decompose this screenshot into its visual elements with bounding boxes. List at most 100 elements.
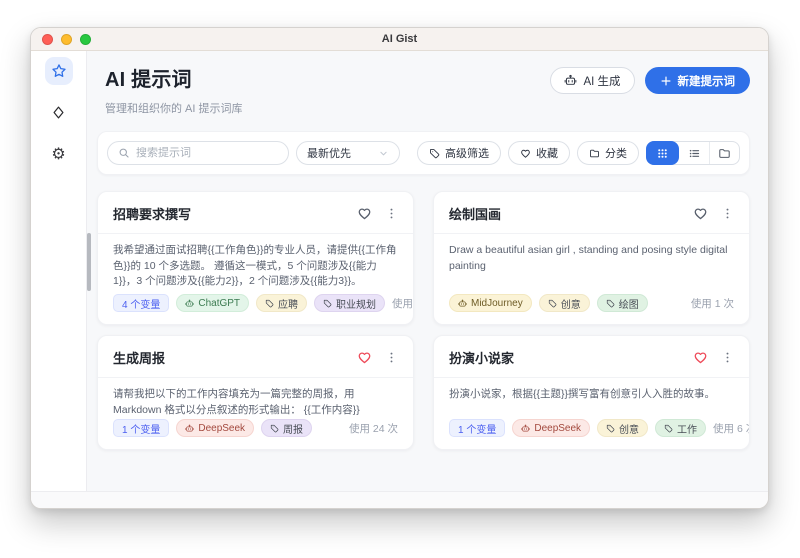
badge-label: 绘图 xyxy=(619,296,639,311)
more-menu-icon[interactable] xyxy=(385,351,398,364)
robot-icon xyxy=(521,424,530,433)
tag-icon xyxy=(548,299,557,308)
more-menu-icon[interactable] xyxy=(385,207,398,220)
tag-badge: 应聘 xyxy=(256,294,307,312)
badge-label: 创意 xyxy=(561,296,581,311)
prompt-card-title: 生成周报 xyxy=(113,348,165,367)
tag-badge: 创意 xyxy=(597,419,648,437)
categories-button[interactable]: 分类 xyxy=(577,141,639,165)
variable-count-badge: 1 个变量 xyxy=(449,419,505,437)
view-list-button[interactable] xyxy=(679,142,709,164)
prompt-card-content: 我希望通过面试招聘{{工作角色}}的专业人员，请提供{{工作角色}}的 10 个… xyxy=(98,234,413,290)
search-icon xyxy=(118,147,130,159)
view-switcher xyxy=(646,141,740,165)
usage-count: 使用 8 次 xyxy=(392,296,414,311)
folder-view-icon xyxy=(718,147,731,160)
sidebar-item-favorites[interactable] xyxy=(45,57,73,85)
variable-count-badge: 1 个变量 xyxy=(113,419,169,437)
grid-view-icon xyxy=(656,147,669,160)
titlebar: AI Gist xyxy=(31,28,768,51)
tag-badge: 工作 xyxy=(655,419,706,437)
search-box[interactable] xyxy=(107,141,289,165)
minimize-button[interactable] xyxy=(61,34,72,45)
view-grid-button[interactable] xyxy=(646,141,679,165)
sidebar-item-prompts[interactable] xyxy=(45,98,73,126)
favorite-heart-icon[interactable] xyxy=(693,206,708,221)
more-menu-icon[interactable] xyxy=(721,351,734,364)
window-bottom-bar xyxy=(31,491,768,508)
close-button[interactable] xyxy=(42,34,53,45)
advanced-filter-label: 高级筛选 xyxy=(445,145,489,161)
window-title: AI Gist xyxy=(31,33,768,45)
tag-badge: 创意 xyxy=(539,294,590,312)
tag-icon xyxy=(270,424,279,433)
prompt-card-title: 招聘要求撰写 xyxy=(113,204,191,223)
badge-label: 创意 xyxy=(619,421,639,436)
prompt-card-content: 扮演小说家，根据{{主题}}撰写富有创意引人入胜的故事。 xyxy=(434,378,749,403)
robot-icon xyxy=(564,74,577,87)
model-badge: DeepSeek xyxy=(512,419,590,437)
robot-icon xyxy=(458,299,467,308)
prompt-card-title: 绘制国画 xyxy=(449,204,501,223)
variable-count-badge: 4 个变量 xyxy=(113,294,169,312)
zoom-button[interactable] xyxy=(80,34,91,45)
tag-icon xyxy=(429,148,440,159)
gear-icon: ⚙ xyxy=(51,144,65,163)
chevron-down-icon xyxy=(378,148,389,159)
scrollbar-thumb[interactable] xyxy=(87,233,91,291)
folder-icon xyxy=(589,148,600,159)
prompt-card[interactable]: 绘制国画 Draw a beautiful asian girl , stand… xyxy=(433,191,750,325)
tag-badge: 绘图 xyxy=(597,294,648,312)
page-header: AI 提示词 管理和组织你的 AI 提示词库 AI 生成 新建提示词 xyxy=(97,63,750,116)
usage-count: 使用 6 次 xyxy=(713,421,750,436)
tag-icon xyxy=(606,299,615,308)
model-badge: DeepSeek xyxy=(176,419,254,437)
badge-label: ChatGPT xyxy=(198,298,240,309)
favorite-heart-icon[interactable] xyxy=(357,206,372,221)
new-prompt-label: 新建提示词 xyxy=(678,73,736,89)
ai-generate-label: AI 生成 xyxy=(583,73,620,89)
badge-label: 工作 xyxy=(677,421,697,436)
tag-icon xyxy=(664,424,673,433)
favorite-heart-icon[interactable] xyxy=(357,350,372,365)
sidebar: ⚙ xyxy=(31,51,87,491)
page-title: AI 提示词 xyxy=(105,63,243,92)
favorites-filter-button[interactable]: 收藏 xyxy=(508,141,570,165)
badge-label: 职业规划 xyxy=(336,296,376,311)
advanced-filter-button[interactable]: 高级筛选 xyxy=(417,141,501,165)
badge-label: 应聘 xyxy=(278,296,298,311)
diamond-icon xyxy=(51,105,66,120)
toolbar: 最新优先 高级筛选 收藏 分类 xyxy=(97,131,750,175)
sidebar-item-settings[interactable]: ⚙ xyxy=(45,139,73,167)
traffic-lights xyxy=(42,34,91,45)
search-input[interactable] xyxy=(136,147,278,159)
more-menu-icon[interactable] xyxy=(721,207,734,220)
badge-label: 周报 xyxy=(283,421,303,436)
badge-label: MidJourney xyxy=(471,298,523,309)
robot-icon xyxy=(185,424,194,433)
badge-label: DeepSeek xyxy=(534,423,581,434)
badge-label: DeepSeek xyxy=(198,423,245,434)
new-prompt-button[interactable]: 新建提示词 xyxy=(645,67,751,94)
list-view-icon xyxy=(688,147,701,160)
app-window: AI Gist ⚙ AI 提示词 管理和组织你的 AI 提示词库 xyxy=(30,27,769,509)
favorites-filter-label: 收藏 xyxy=(536,145,558,161)
prompt-card[interactable]: 扮演小说家 扮演小说家，根据{{主题}}撰写富有创意引人入胜的故事。 1 个变量… xyxy=(433,335,750,450)
favorite-heart-icon[interactable] xyxy=(693,350,708,365)
prompt-card[interactable]: 招聘要求撰写 我希望通过面试招聘{{工作角色}}的专业人员，请提供{{工作角色}… xyxy=(97,191,414,325)
prompt-card-title: 扮演小说家 xyxy=(449,348,514,367)
tag-icon xyxy=(606,424,615,433)
star-icon xyxy=(51,63,67,79)
sort-value: 最新优先 xyxy=(307,145,351,161)
sort-select[interactable]: 最新优先 xyxy=(296,141,400,165)
view-folder-button[interactable] xyxy=(709,142,739,164)
tag-icon xyxy=(265,299,274,308)
robot-icon xyxy=(185,299,194,308)
tag-badge: 周报 xyxy=(261,419,312,437)
plus-icon xyxy=(660,75,672,87)
prompt-card[interactable]: 生成周报 请帮我把以下的工作内容填充为一篇完整的周报，用 Markdown 格式… xyxy=(97,335,414,450)
prompt-card-content: 请帮我把以下的工作内容填充为一篇完整的周报，用 Markdown 格式以分点叙述… xyxy=(98,378,413,418)
ai-generate-button[interactable]: AI 生成 xyxy=(550,67,634,94)
prompt-card-content: Draw a beautiful asian girl , standing a… xyxy=(434,234,749,274)
tag-icon xyxy=(323,299,332,308)
